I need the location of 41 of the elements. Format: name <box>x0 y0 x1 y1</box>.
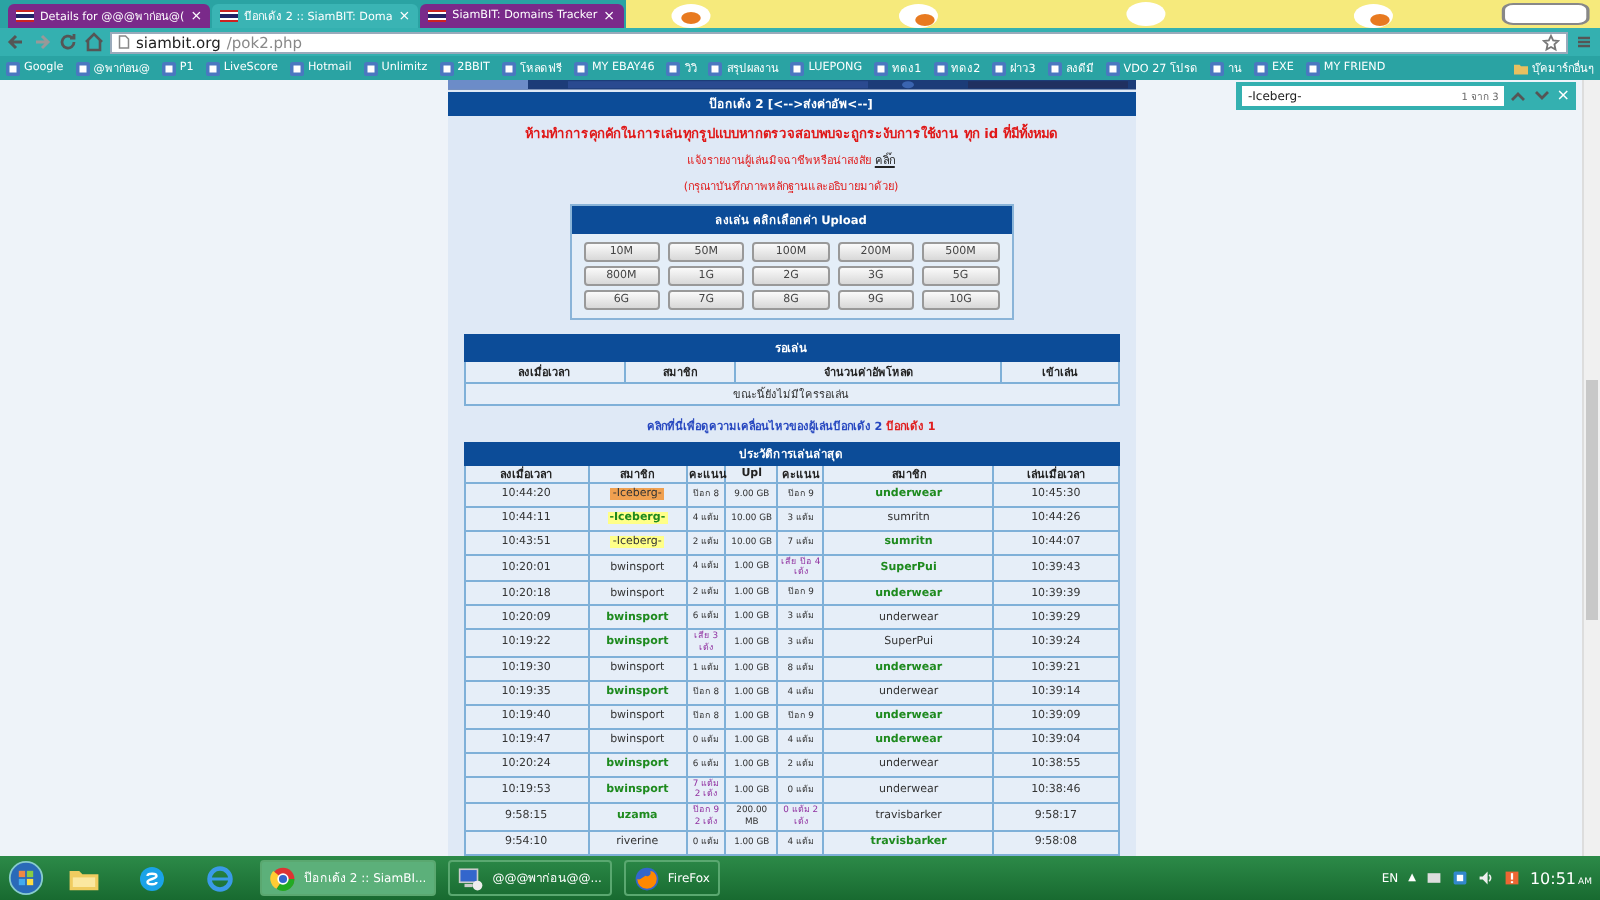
reload-icon[interactable] <box>58 32 78 52</box>
site-icon <box>708 61 723 75</box>
site-icon <box>790 61 805 75</box>
site-icon <box>1105 61 1120 75</box>
alert-icon[interactable] <box>1503 870 1520 886</box>
chat-icon[interactable] <box>136 863 168 893</box>
site-icon <box>205 61 220 75</box>
globe-icon[interactable] <box>204 863 236 893</box>
flag-icon <box>428 10 447 22</box>
menu-icon[interactable] <box>1574 32 1594 52</box>
start-icon[interactable] <box>8 860 44 896</box>
monitor-icon <box>458 865 485 891</box>
site-icon <box>666 61 681 75</box>
speaker-icon[interactable] <box>1477 870 1494 886</box>
site-icon <box>161 61 176 75</box>
site-icon <box>289 61 304 75</box>
site-icon <box>1047 61 1062 75</box>
browser-icon <box>270 865 296 891</box>
site-icon <box>363 61 378 75</box>
scrollbar[interactable] <box>1582 80 1600 856</box>
site-icon <box>1305 61 1320 75</box>
site-icon <box>6 61 20 75</box>
flag-icon <box>220 10 239 22</box>
flag-icon <box>16 10 34 22</box>
back-icon[interactable] <box>6 32 26 52</box>
site-icon <box>75 61 90 75</box>
site-icon <box>1209 61 1224 75</box>
page-icon <box>118 34 130 50</box>
site-icon <box>992 61 1007 75</box>
site-icon <box>501 61 516 75</box>
home-icon[interactable] <box>84 32 104 52</box>
site-icon <box>439 61 454 75</box>
site-icon <box>1253 61 1268 75</box>
fox-globe-icon <box>633 865 660 891</box>
site-icon <box>573 61 588 75</box>
site-icon <box>933 61 948 75</box>
star-icon[interactable] <box>1542 33 1560 51</box>
shield-icon[interactable] <box>1451 870 1468 886</box>
folder-icon <box>1514 61 1528 75</box>
device-icon[interactable] <box>1425 870 1442 886</box>
site-icon <box>874 61 889 75</box>
